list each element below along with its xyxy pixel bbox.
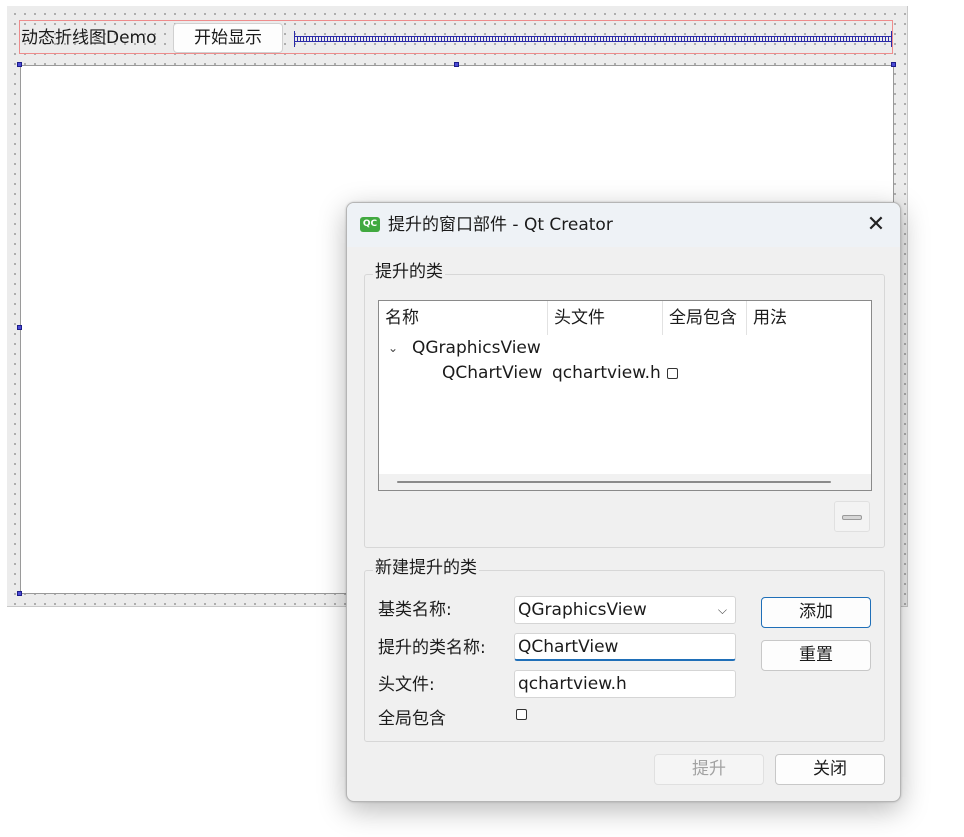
scrollbar-thumb[interactable]	[397, 481, 831, 483]
selection-handle-top-right[interactable]	[891, 62, 896, 67]
selection-handle-bottom-left[interactable]	[17, 591, 22, 596]
tree-row-qgraphicsview[interactable]: ⌄ QGraphicsView	[379, 336, 871, 361]
tree-row-name: QGraphicsView	[412, 338, 541, 358]
add-button[interactable]: 添加	[761, 597, 871, 628]
promoted-classes-tree[interactable]: 名称 头文件 全局包含 用法 ⌄ QGraphicsView QChartVie…	[378, 300, 872, 491]
tree-row-name: QChartView	[442, 363, 543, 383]
selection-handle-top-left[interactable]	[17, 62, 22, 67]
promoted-widgets-dialog: QC 提升的窗口部件 - Qt Creator ✕ 提升的类 名称 头文件 全局…	[346, 202, 901, 802]
column-header-usage[interactable]: 用法	[747, 301, 873, 335]
header-file-input[interactable]: qchartview.h	[514, 670, 736, 698]
dialog-title: 提升的窗口部件 - Qt Creator	[388, 215, 613, 235]
demo-title-label: 动态折线图Demo	[21, 28, 157, 48]
promoted-classes-group-title: 提升的类	[373, 261, 445, 283]
promote-button[interactable]: 提升	[654, 754, 764, 785]
promoted-class-name-input[interactable]: QChartView	[514, 633, 736, 661]
dialog-titlebar[interactable]: QC 提升的窗口部件 - Qt Creator ✕	[347, 203, 900, 247]
global-include-label: 全局包含	[378, 709, 446, 729]
tree-row-qchartview[interactable]: QChartView qchartview.h	[379, 361, 871, 386]
close-button[interactable]: 关闭	[775, 754, 885, 785]
qt-creator-icon: QC	[360, 217, 380, 232]
selection-handle-top-middle[interactable]	[454, 62, 459, 67]
column-header-name[interactable]: 名称	[379, 301, 548, 335]
promoted-classes-group: 提升的类 名称 头文件 全局包含 用法 ⌄ QGraphicsView QCha…	[364, 261, 885, 548]
base-class-value: QGraphicsView	[518, 600, 647, 620]
base-class-label: 基类名称:	[378, 600, 452, 620]
chevron-down-icon: ⌵	[717, 603, 727, 617]
column-header-global-include[interactable]: 全局包含	[663, 301, 747, 335]
tree-header: 名称 头文件 全局包含 用法	[379, 301, 871, 335]
new-promoted-class-group: 新建提升的类 基类名称: QGraphicsView ⌵ 提升的类名称: QCh…	[364, 557, 885, 742]
global-include-checkbox-row[interactable]	[667, 368, 678, 379]
new-promoted-class-group-title: 新建提升的类	[373, 557, 479, 579]
base-class-combobox[interactable]: QGraphicsView ⌵	[514, 596, 736, 624]
minus-icon	[842, 515, 862, 520]
column-header-header-file[interactable]: 头文件	[548, 301, 663, 335]
spacer-spring	[294, 36, 892, 42]
horizontal-spacer[interactable]	[294, 31, 892, 47]
promoted-class-name-label: 提升的类名称:	[378, 638, 486, 658]
header-file-label: 头文件:	[378, 675, 435, 695]
selection-handle-middle-left[interactable]	[17, 325, 22, 330]
spacer-right-cap	[891, 31, 892, 47]
remove-class-button[interactable]	[834, 501, 870, 532]
global-include-checkbox[interactable]	[516, 709, 527, 720]
reset-button[interactable]: 重置	[761, 640, 871, 671]
close-icon[interactable]: ✕	[862, 211, 890, 239]
horizontal-scrollbar[interactable]	[379, 474, 871, 490]
start-display-button[interactable]: 开始显示	[173, 23, 283, 53]
chevron-down-icon[interactable]: ⌄	[388, 336, 398, 361]
tree-row-header-file: qchartview.h	[552, 363, 661, 383]
